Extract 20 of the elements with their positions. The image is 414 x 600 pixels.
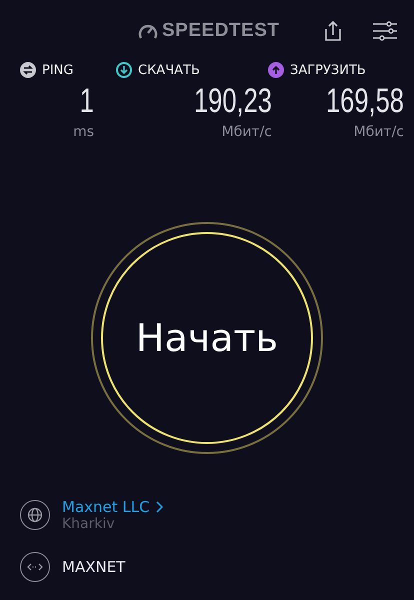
settings-icon[interactable] bbox=[372, 21, 398, 41]
metric-value: 1 bbox=[80, 84, 94, 118]
provider-link[interactable]: Maxnet LLC bbox=[62, 498, 163, 516]
server-name: MAXNET bbox=[62, 558, 126, 576]
metric-label: PING bbox=[42, 62, 74, 78]
logo-text: SPEEDTEST bbox=[162, 20, 280, 42]
metric-value: 169,58 bbox=[326, 84, 404, 118]
metric-unit: Мбит/с bbox=[222, 124, 272, 140]
chevron-icon bbox=[154, 501, 163, 513]
globe-icon bbox=[20, 500, 50, 530]
start-button[interactable]: Начать bbox=[101, 232, 313, 444]
server-icon bbox=[20, 552, 50, 582]
share-icon[interactable] bbox=[324, 20, 342, 42]
metric-value: 190,23 bbox=[194, 84, 272, 118]
metric-label: СКАЧАТЬ bbox=[138, 62, 200, 78]
gauge-icon bbox=[138, 22, 158, 40]
metric-unit: Мбит/с bbox=[354, 124, 404, 140]
provider-location: Kharkiv bbox=[62, 516, 116, 532]
metric-label: ЗАГРУЗИТЬ bbox=[290, 62, 366, 78]
metric-unit: ms bbox=[73, 124, 94, 140]
